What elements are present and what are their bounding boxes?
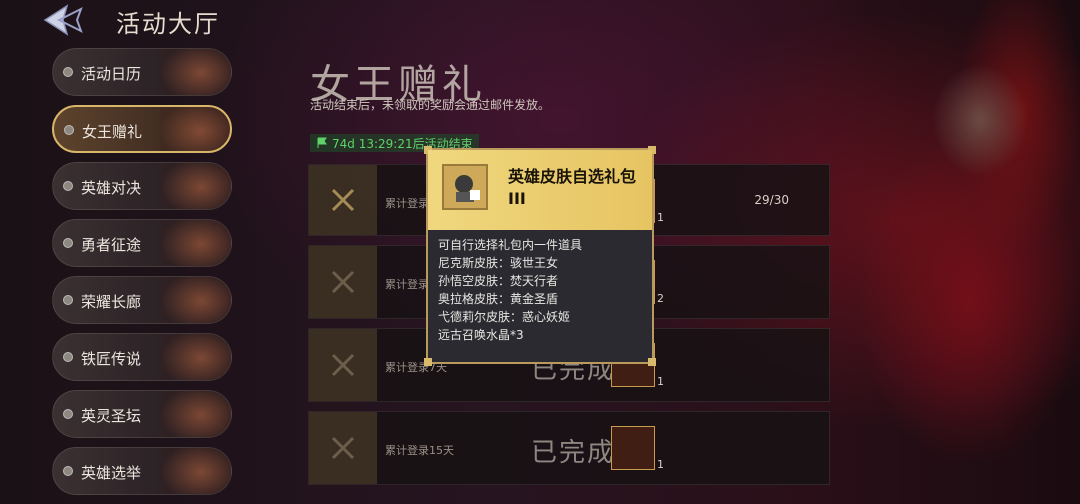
task-progress: 29/30 xyxy=(754,193,789,207)
sidebar-item-hero-journey[interactable]: 勇者征途 xyxy=(52,219,232,267)
description-line: 远古召唤水晶*3 xyxy=(438,328,524,342)
task-badge xyxy=(309,165,377,235)
bullet-dot-icon xyxy=(63,181,73,191)
sidebar-item-hero-election[interactable]: 英雄选举 xyxy=(52,447,232,495)
reward-item[interactable]: 1 xyxy=(611,426,664,471)
sidebar-item-blacksmith-legend[interactable]: 铁匠传说 xyxy=(52,333,232,381)
reward-count: 1 xyxy=(657,375,664,388)
sidebar-item-label: 活动日历 xyxy=(81,65,142,83)
back-arrow-icon xyxy=(43,4,83,36)
description-line: 奥拉格皮肤：黄金圣盾 xyxy=(438,292,559,306)
sidebar-thumbnail xyxy=(161,448,231,494)
sidebar-thumbnail xyxy=(161,49,231,95)
crossed-swords-icon xyxy=(331,270,355,294)
sidebar-item-queen-gift[interactable]: 女王赠礼 xyxy=(52,105,232,153)
crossed-swords-icon xyxy=(331,188,355,212)
bullet-dot-icon xyxy=(64,125,74,135)
completed-status: 已完成 xyxy=(531,438,616,468)
item-tooltip: 英雄皮肤自选礼包III 可自行选择礼包内一件道具 尼克斯皮肤：骇世王女 孙悟空皮… xyxy=(424,146,656,366)
task-label: 累计登录 xyxy=(385,278,429,291)
sidebar-item-label: 荣耀长廊 xyxy=(81,293,142,311)
crossed-swords-icon xyxy=(331,353,355,377)
page-subtitle: 活动结束后，未领取的奖励会通过邮件发放。 xyxy=(310,98,551,112)
sidebar-thumbnail xyxy=(160,107,230,151)
sidebar-thumbnail xyxy=(161,220,231,266)
item-name: 英雄皮肤自选礼包III xyxy=(508,167,637,208)
tooltip-header: 英雄皮肤自选礼包III xyxy=(428,150,652,230)
item-description: 可自行选择礼包内一件道具 尼克斯皮肤：骇世王女 孙悟空皮肤：焚天行者 奥拉格皮肤… xyxy=(438,236,648,344)
sidebar-item-spirit-altar[interactable]: 英灵圣坛 xyxy=(52,390,232,438)
task-badge xyxy=(309,412,377,484)
bullet-dot-icon xyxy=(63,67,73,77)
sidebar-item-label: 铁匠传说 xyxy=(81,350,142,368)
gift-pack-icon xyxy=(442,164,488,210)
reward-count: 1 xyxy=(657,458,664,471)
bullet-dot-icon xyxy=(63,238,73,248)
sidebar-thumbnail xyxy=(161,334,231,380)
task-row: 累计登录15天 已完成 1 xyxy=(308,411,830,485)
reward-count: 2 xyxy=(657,292,664,305)
sidebar-thumbnail xyxy=(161,391,231,437)
tooltip-corner xyxy=(648,358,656,366)
sidebar-item-label: 英雄选举 xyxy=(81,464,142,482)
page-header-title: 活动大厅 xyxy=(116,10,220,38)
skin-chest-icon xyxy=(455,175,480,202)
sidebar-item-label: 英灵圣坛 xyxy=(81,407,142,425)
task-label: 累计登录15天 xyxy=(385,444,454,457)
back-button[interactable] xyxy=(38,2,88,38)
sidebar-item-activity-calendar[interactable]: 活动日历 xyxy=(52,48,232,96)
sidebar-thumbnail xyxy=(161,277,231,323)
sidebar-item-label: 勇者征途 xyxy=(81,236,142,254)
bullet-dot-icon xyxy=(63,466,73,476)
tooltip-corner xyxy=(424,358,432,366)
task-badge xyxy=(309,246,377,318)
sidebar-item-label: 英雄对决 xyxy=(81,179,142,197)
sidebar-item-glory-hall[interactable]: 荣耀长廊 xyxy=(52,276,232,324)
sidebar: 活动日历 女王赠礼 英雄对决 勇者征途 荣耀长廊 铁匠传说 英灵圣坛 英雄选举 xyxy=(52,48,232,504)
task-badge xyxy=(309,329,377,401)
reward-count: 1 xyxy=(657,211,664,224)
bullet-dot-icon xyxy=(63,295,73,305)
description-line: 弋德莉尔皮肤：惑心妖姬 xyxy=(438,310,571,324)
flag-icon xyxy=(317,137,327,148)
crossed-swords-icon xyxy=(331,436,355,460)
task-label: 累计登录 xyxy=(385,197,429,210)
header: 活动大厅 xyxy=(0,0,300,40)
description-line: 可自行选择礼包内一件道具 xyxy=(438,238,583,252)
bullet-dot-icon xyxy=(63,409,73,419)
description-line: 孙悟空皮肤：焚天行者 xyxy=(438,274,559,288)
description-line: 尼克斯皮肤：骇世王女 xyxy=(438,256,559,270)
sidebar-item-hero-duel[interactable]: 英雄对决 xyxy=(52,162,232,210)
sidebar-thumbnail xyxy=(161,163,231,209)
sidebar-item-label: 女王赠礼 xyxy=(82,123,143,141)
bullet-dot-icon xyxy=(63,352,73,362)
